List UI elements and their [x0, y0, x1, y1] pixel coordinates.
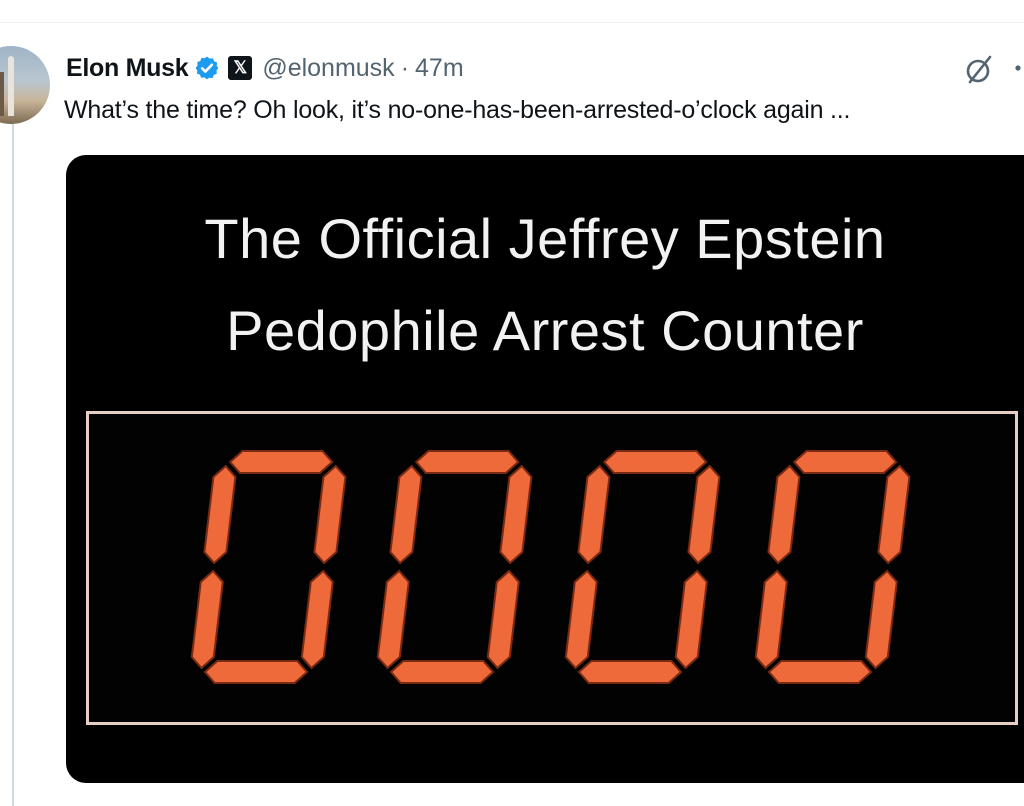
media-title: The Official Jeffrey Epstein Pedophile A…	[66, 193, 1024, 377]
digit-2-segment-f	[389, 464, 423, 565]
digit-4-segment-e	[754, 569, 788, 670]
digit-3-segment-a	[602, 450, 708, 474]
digit-2-segment-c	[486, 569, 520, 670]
tweet-media-image[interactable]: The Official Jeffrey Epstein Pedophile A…	[66, 155, 1024, 783]
digit-1-segment-c	[300, 569, 334, 670]
tweet-text: What’s the time? Oh look, it’s no-one-ha…	[64, 96, 851, 124]
digit-1-segment-b	[313, 464, 347, 565]
arrest-counter-display	[86, 411, 1018, 725]
digit-4-segment-b	[877, 464, 911, 565]
digit-4-segment-f	[767, 464, 801, 565]
avatar[interactable]	[0, 46, 50, 124]
more-icon[interactable]	[1012, 54, 1024, 86]
author-name[interactable]: Elon Musk	[66, 54, 189, 83]
x-logo-icon[interactable]: 𝕏	[228, 56, 253, 80]
avatar-tower-shape	[0, 72, 4, 116]
digit-4-segment-a	[792, 450, 898, 474]
digit-2-segment-d	[389, 660, 495, 684]
digit-2-segment-b	[499, 464, 533, 565]
verified-badge-icon[interactable]	[194, 55, 220, 81]
top-divider	[0, 22, 1024, 23]
thread-connector-line	[12, 122, 14, 806]
digit-3-segment-e	[564, 569, 598, 670]
counter-digits	[190, 450, 911, 684]
digit-4-segment-d	[767, 660, 873, 684]
grok-icon[interactable]	[962, 52, 998, 88]
digit-1-segment-d	[203, 660, 309, 684]
digit-3-segment-f	[577, 464, 611, 565]
digit-3-segment-d	[577, 660, 683, 684]
media-title-line-2: Pedophile Arrest Counter	[226, 299, 864, 362]
digit-2-segment-e	[376, 569, 410, 670]
tweet-header: Elon Musk 𝕏 @elonmusk · 47m	[66, 48, 464, 88]
digit-1-segment-e	[190, 569, 224, 670]
digit-1-segment-a	[228, 450, 334, 474]
digit-3-segment-c	[674, 569, 708, 670]
avatar-rocket-shape	[8, 56, 14, 116]
tweet-timestamp[interactable]: 47m	[415, 54, 464, 83]
header-separator: ·	[400, 53, 410, 82]
author-handle[interactable]: @elonmusk	[262, 54, 394, 83]
digit-1-segment-f	[203, 464, 237, 565]
media-title-line-1: The Official Jeffrey Epstein	[204, 207, 886, 270]
digit-2-segment-a	[414, 450, 520, 474]
digit-4-segment-c	[864, 569, 898, 670]
digit-3-segment-b	[687, 464, 721, 565]
